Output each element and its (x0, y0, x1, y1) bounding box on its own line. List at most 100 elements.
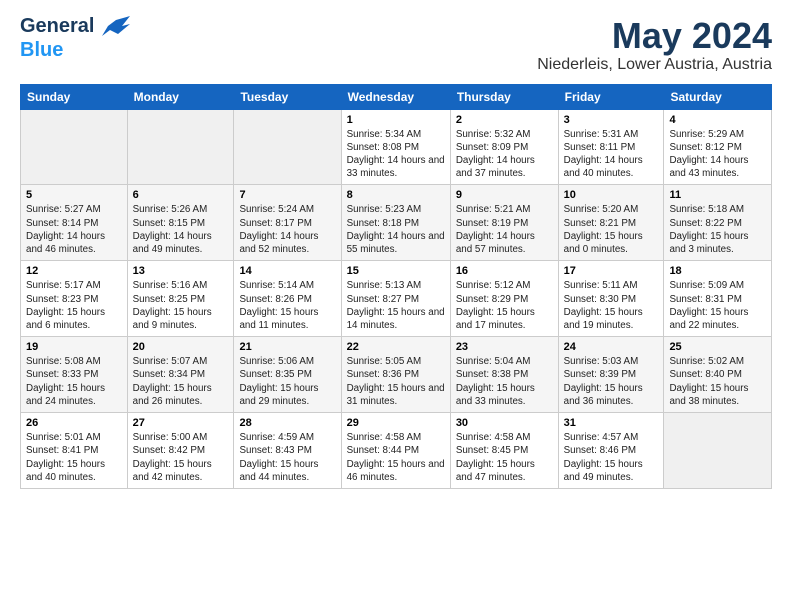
day-number: 14 (239, 265, 335, 277)
calendar-cell: 10 Sunrise: 5:20 AMSunset: 8:21 PMDayligh… (558, 185, 664, 261)
col-wednesday: Wednesday (341, 84, 450, 109)
day-number: 23 (456, 341, 553, 353)
day-info: Sunrise: 5:14 AMSunset: 8:26 PMDaylight:… (239, 279, 335, 332)
page-subtitle: Niederleis, Lower Austria, Austria (537, 56, 772, 74)
day-info: Sunrise: 5:02 AMSunset: 8:40 PMDaylight:… (669, 355, 766, 408)
day-info: Sunrise: 4:57 AMSunset: 8:46 PMDaylight:… (564, 431, 659, 484)
calendar-cell: 21 Sunrise: 5:06 AMSunset: 8:35 PMDayligh… (234, 337, 341, 413)
day-number: 24 (564, 341, 659, 353)
day-info: Sunrise: 5:08 AMSunset: 8:33 PMDaylight:… (26, 355, 122, 408)
calendar-cell: 30 Sunrise: 4:58 AMSunset: 8:45 PMDayligh… (450, 413, 558, 489)
day-number: 13 (133, 265, 229, 277)
logo: General Blue (20, 16, 130, 61)
header: General Blue May 2024 Niederleis, Lower … (20, 16, 772, 74)
day-number: 11 (669, 189, 766, 201)
day-info: Sunrise: 5:16 AMSunset: 8:25 PMDaylight:… (133, 279, 229, 332)
day-info: Sunrise: 5:06 AMSunset: 8:35 PMDaylight:… (239, 355, 335, 408)
day-number: 10 (564, 189, 659, 201)
day-number: 17 (564, 265, 659, 277)
calendar-cell: 11 Sunrise: 5:18 AMSunset: 8:22 PMDayligh… (664, 185, 772, 261)
calendar-cell: 24 Sunrise: 5:03 AMSunset: 8:39 PMDayligh… (558, 337, 664, 413)
day-number: 12 (26, 265, 122, 277)
logo-bird-icon (102, 16, 130, 40)
calendar-week-row: 1Sunrise: 5:34 AMSunset: 8:08 PMDaylight… (21, 109, 772, 185)
col-sunday: Sunday (21, 84, 128, 109)
calendar-cell (127, 109, 234, 185)
day-info: Sunrise: 5:13 AMSunset: 8:27 PMDaylight:… (347, 279, 445, 332)
day-info: Sunrise: 5:17 AMSunset: 8:23 PMDaylight:… (26, 279, 122, 332)
day-number: 21 (239, 341, 335, 353)
day-info: Sunrise: 5:31 AMSunset: 8:11 PMDaylight:… (564, 128, 659, 181)
calendar-cell: 6 Sunrise: 5:26 AMSunset: 8:15 PMDaylight… (127, 185, 234, 261)
calendar-cell: 26 Sunrise: 5:01 AMSunset: 8:41 PMDayligh… (21, 413, 128, 489)
calendar-cell: 29 Sunrise: 4:58 AMSunset: 8:44 PMDayligh… (341, 413, 450, 489)
day-number: 31 (564, 417, 659, 429)
calendar-cell (234, 109, 341, 185)
day-info: Sunrise: 5:27 AMSunset: 8:14 PMDaylight:… (26, 203, 122, 256)
day-info: Sunrise: 5:18 AMSunset: 8:22 PMDaylight:… (669, 203, 766, 256)
day-info: Sunrise: 4:59 AMSunset: 8:43 PMDaylight:… (239, 431, 335, 484)
calendar-cell: 1Sunrise: 5:34 AMSunset: 8:08 PMDaylight… (341, 109, 450, 185)
day-info: Sunrise: 5:11 AMSunset: 8:30 PMDaylight:… (564, 279, 659, 332)
calendar-cell: 27 Sunrise: 5:00 AMSunset: 8:42 PMDayligh… (127, 413, 234, 489)
day-number: 26 (26, 417, 122, 429)
day-info: Sunrise: 4:58 AMSunset: 8:44 PMDaylight:… (347, 431, 445, 484)
logo-blue: Blue (20, 39, 63, 61)
calendar-cell: 19Sunrise: 5:08 AMSunset: 8:33 PMDayligh… (21, 337, 128, 413)
day-info: Sunrise: 5:12 AMSunset: 8:29 PMDaylight:… (456, 279, 553, 332)
day-number: 8 (347, 189, 445, 201)
page-title: May 2024 (537, 16, 772, 56)
col-thursday: Thursday (450, 84, 558, 109)
col-tuesday: Tuesday (234, 84, 341, 109)
day-info: Sunrise: 5:05 AMSunset: 8:36 PMDaylight:… (347, 355, 445, 408)
col-saturday: Saturday (664, 84, 772, 109)
calendar-cell: 23 Sunrise: 5:04 AMSunset: 8:38 PMDayligh… (450, 337, 558, 413)
day-info: Sunrise: 5:00 AMSunset: 8:42 PMDaylight:… (133, 431, 229, 484)
logo-general: General (20, 15, 94, 37)
day-number: 9 (456, 189, 553, 201)
day-info: Sunrise: 4:58 AMSunset: 8:45 PMDaylight:… (456, 431, 553, 484)
day-number: 5 (26, 189, 122, 201)
day-number: 16 (456, 265, 553, 277)
col-friday: Friday (558, 84, 664, 109)
calendar-cell (21, 109, 128, 185)
day-number: 7 (239, 189, 335, 201)
day-number: 25 (669, 341, 766, 353)
day-info: Sunrise: 5:04 AMSunset: 8:38 PMDaylight:… (456, 355, 553, 408)
day-number: 3 (564, 114, 659, 126)
day-number: 6 (133, 189, 229, 201)
calendar-cell: 3 Sunrise: 5:31 AMSunset: 8:11 PMDaylight… (558, 109, 664, 185)
day-number: 15 (347, 265, 445, 277)
day-number: 29 (347, 417, 445, 429)
day-number: 27 (133, 417, 229, 429)
calendar-cell: 5 Sunrise: 5:27 AMSunset: 8:14 PMDaylight… (21, 185, 128, 261)
day-info: Sunrise: 5:26 AMSunset: 8:15 PMDaylight:… (133, 203, 229, 256)
calendar-cell: 17 Sunrise: 5:11 AMSunset: 8:30 PMDayligh… (558, 261, 664, 337)
day-info: Sunrise: 5:34 AMSunset: 8:08 PMDaylight:… (347, 128, 445, 181)
day-number: 20 (133, 341, 229, 353)
calendar-cell: 22 Sunrise: 5:05 AMSunset: 8:36 PMDayligh… (341, 337, 450, 413)
day-number: 28 (239, 417, 335, 429)
day-info: Sunrise: 5:23 AMSunset: 8:18 PMDaylight:… (347, 203, 445, 256)
day-number: 2 (456, 114, 553, 126)
day-info: Sunrise: 5:21 AMSunset: 8:19 PMDaylight:… (456, 203, 553, 256)
calendar-cell: 12 Sunrise: 5:17 AMSunset: 8:23 PMDayligh… (21, 261, 128, 337)
calendar-header-row: Sunday Monday Tuesday Wednesday Thursday… (21, 84, 772, 109)
day-info: Sunrise: 5:32 AMSunset: 8:09 PMDaylight:… (456, 128, 553, 181)
calendar-cell: 15 Sunrise: 5:13 AMSunset: 8:27 PMDayligh… (341, 261, 450, 337)
calendar-week-row: 26 Sunrise: 5:01 AMSunset: 8:41 PMDayligh… (21, 413, 772, 489)
day-info: Sunrise: 5:20 AMSunset: 8:21 PMDaylight:… (564, 203, 659, 256)
calendar-cell: 18Sunrise: 5:09 AMSunset: 8:31 PMDayligh… (664, 261, 772, 337)
day-info: Sunrise: 5:07 AMSunset: 8:34 PMDaylight:… (133, 355, 229, 408)
day-info: Sunrise: 5:01 AMSunset: 8:41 PMDaylight:… (26, 431, 122, 484)
calendar-cell: 13 Sunrise: 5:16 AMSunset: 8:25 PMDayligh… (127, 261, 234, 337)
day-info: Sunrise: 5:03 AMSunset: 8:39 PMDaylight:… (564, 355, 659, 408)
calendar-cell (664, 413, 772, 489)
calendar-week-row: 12 Sunrise: 5:17 AMSunset: 8:23 PMDayligh… (21, 261, 772, 337)
day-number: 30 (456, 417, 553, 429)
calendar-cell: 4Sunrise: 5:29 AMSunset: 8:12 PMDaylight… (664, 109, 772, 185)
day-number: 22 (347, 341, 445, 353)
calendar-cell: 8 Sunrise: 5:23 AMSunset: 8:18 PMDaylight… (341, 185, 450, 261)
calendar-cell: 31 Sunrise: 4:57 AMSunset: 8:46 PMDayligh… (558, 413, 664, 489)
day-number: 18 (669, 265, 766, 277)
